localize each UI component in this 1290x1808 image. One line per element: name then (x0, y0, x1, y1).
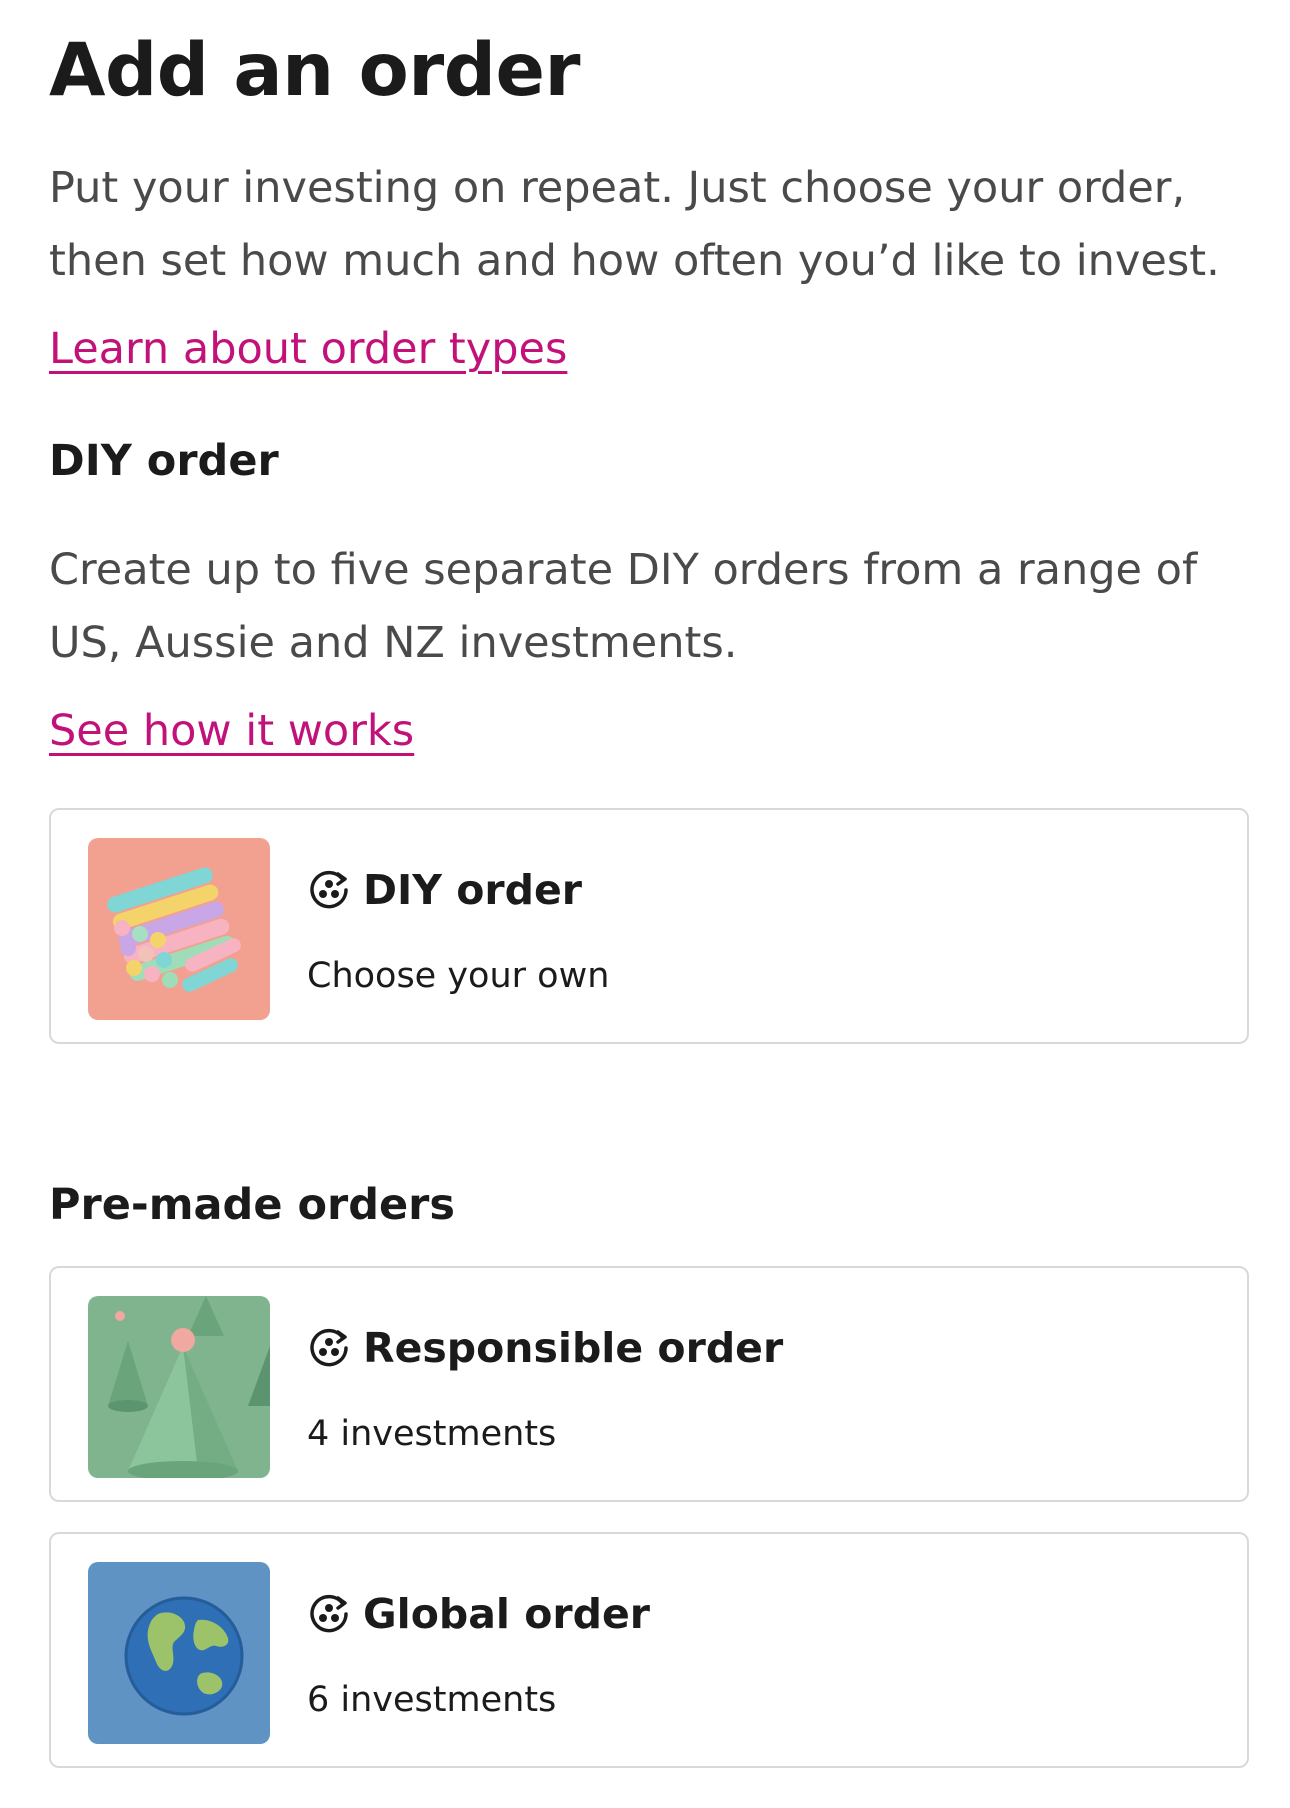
global-order-card[interactable]: Global order 6 investments (49, 1532, 1249, 1768)
page-title: Add an order (49, 28, 581, 113)
diy-card-title: DIY order (363, 866, 583, 914)
global-card-title: Global order (363, 1590, 650, 1638)
premade-section-heading: Pre-made orders (49, 1180, 455, 1230)
see-how-it-works-link[interactable]: See how it works (49, 706, 414, 756)
intro-text: Put your investing on repeat. Just choos… (49, 163, 1220, 286)
learn-order-types-link[interactable]: Learn about order types (49, 324, 567, 374)
green-cones-image (88, 1296, 270, 1478)
diy-order-card[interactable]: DIY order Choose your own (49, 808, 1249, 1044)
responsible-order-card[interactable]: Responsible order 4 investments (49, 1266, 1249, 1502)
global-card-title-row: Global order (307, 1590, 650, 1638)
diy-section-heading: DIY order (49, 436, 279, 486)
responsible-card-title: Responsible order (363, 1324, 784, 1372)
diy-description: Create up to five separate DIY orders fr… (49, 545, 1198, 668)
diy-card-title-row: DIY order (307, 866, 582, 914)
diy-card-subtitle: Choose your own (307, 956, 610, 996)
globe-image (88, 1562, 270, 1744)
auto-invest-icon (307, 868, 351, 912)
responsible-card-title-row: Responsible order (307, 1324, 783, 1372)
chalk-sticks-image (88, 838, 270, 1020)
add-order-page: Add an order Put your investing on repea… (0, 0, 1290, 1808)
responsible-card-subtitle: 4 investments (307, 1414, 557, 1454)
auto-invest-icon (307, 1592, 351, 1636)
global-card-subtitle: 6 investments (307, 1680, 557, 1720)
auto-invest-icon (307, 1326, 351, 1370)
